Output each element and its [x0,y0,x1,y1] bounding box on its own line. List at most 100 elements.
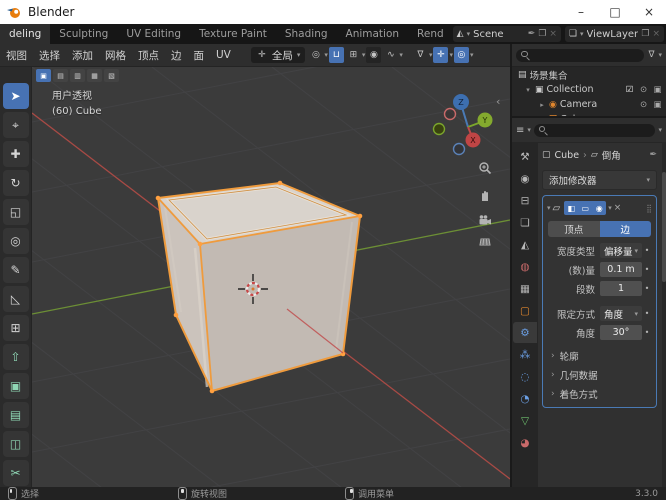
editor-type-icon[interactable]: ≡ [516,125,524,136]
toggle-projection-button[interactable] [474,231,496,253]
realtime-toggle-icon[interactable]: ▭ [578,201,593,215]
tool-move[interactable]: ✚ [2,141,29,167]
tab-output[interactable]: ⊟ [513,190,537,211]
camera-toggle-icon[interactable]: ▣ [652,85,663,95]
scrollbar-thumb[interactable] [662,172,666,282]
select-mode-button-2[interactable]: ▤ [53,69,68,82]
tab-constraints[interactable]: ◔ [513,388,537,409]
workspace-tab-rendering[interactable]: Rend [408,24,453,44]
show-overlays-toggle[interactable]: ◎ [453,47,469,63]
viewport-3d[interactable]: ▣ ▤ ▥ ▦ ▧ 用户透视 (60) Cube Z Y X ‹ [32,67,510,487]
close-icon[interactable]: × [652,29,660,39]
axis-minus-y-ball[interactable] [432,122,446,136]
tool-cursor[interactable]: ⌖ [2,112,29,138]
select-mode-button-5[interactable]: ▧ [104,69,119,82]
tool-add-cube[interactable]: ⊞ [2,315,29,341]
tab-object[interactable]: ▢ [513,300,537,321]
tool-inset-faces[interactable]: ▣ [2,373,29,399]
tool-loop-cut[interactable]: ◫ [2,431,29,457]
section-profile[interactable]: › 轮廓 [547,346,652,365]
angle-field[interactable]: 30° [600,325,642,340]
chevron-down-icon[interactable]: ▾ [399,51,403,59]
chevron-down-icon[interactable]: ▾ [467,30,471,38]
amount-field[interactable]: 0.1 m [600,262,642,277]
eye-icon[interactable]: ⊙ [638,85,649,95]
scene-selector[interactable]: ◭ ▾ Scene ✒ ❐ × [452,26,561,42]
tab-view-layer[interactable]: ❏ [513,212,537,233]
axis-minus-z-ball[interactable] [452,142,466,156]
zoom-button[interactable] [474,157,496,179]
drag-handle-icon[interactable]: ⣿ [646,204,652,213]
segments-field[interactable]: 1 [600,281,642,296]
outliner-row-collection[interactable]: ▾ ▣ Collection ☑ ⊙ ▣ [512,82,666,97]
tab-modifiers[interactable]: ⚙ [513,322,537,343]
tab-world[interactable]: ◍ [513,256,537,277]
pin-icon[interactable]: ✒ [649,150,657,160]
tab-vertex[interactable]: 顶点 [548,221,600,237]
view-layer-selector[interactable]: ❏ ▾ ViewLayer ❐ × [564,26,664,42]
chevron-down-icon[interactable]: ▾ [362,51,366,59]
tab-physics[interactable]: ◌ [513,366,537,387]
tab-collection[interactable]: ▦ [513,278,537,299]
tool-annotate[interactable]: ✎ [2,257,29,283]
menu-face[interactable]: 面 [188,48,211,63]
maximize-button[interactable]: □ [598,0,632,24]
falloff-curve-dropdown[interactable]: ∿ [383,47,398,63]
tool-measure[interactable]: ◺ [2,286,29,312]
tool-knife[interactable]: ✂ [2,460,29,486]
options-chevron-icon[interactable]: ▾ [658,126,662,134]
pin-icon[interactable]: ✒ [528,29,536,39]
proportional-editing-toggle[interactable]: ◉ [366,47,382,63]
outliner-row-scene-collection[interactable]: ▤ 场景集合 [512,67,666,82]
chevron-down-icon[interactable]: ▾ [470,51,474,59]
tool-bevel[interactable]: ▤ [2,402,29,428]
width-type-dropdown[interactable]: 偏移量 ▾ [600,243,642,258]
tab-material[interactable]: ◕ [513,432,537,453]
menu-add[interactable]: 添加 [66,48,99,63]
axis-minus-x-ball[interactable] [443,107,457,121]
workspace-tab-uv-editing[interactable]: UV Editing [117,24,190,44]
chevron-down-icon[interactable]: ▾ [658,51,662,59]
view-layer-name[interactable]: ViewLayer [587,29,639,40]
close-button[interactable]: × [632,0,666,24]
chevron-down-icon[interactable]: ▾ [527,126,531,134]
tab-tool[interactable]: ⚒ [513,146,537,167]
select-mode-button-1[interactable]: ▣ [36,69,51,82]
tab-edge[interactable]: 边 [599,221,651,237]
filter-icon[interactable]: ∇ [648,50,654,60]
workspace-tab-shading[interactable]: Shading [276,24,337,44]
chevron-down-icon[interactable]: ▾ [297,51,301,59]
menu-uv[interactable]: UV [210,49,237,61]
expand-arrow-icon[interactable]: ▸ [538,101,546,109]
add-modifier-button[interactable]: 添加修改器 ▾ [542,170,657,190]
show-gizmo-toggle[interactable]: ✛ [433,47,449,63]
orientation-value[interactable]: 全局 [272,48,293,63]
visibility-filter-dropdown[interactable]: ∇ [413,47,428,63]
workspace-tab-animation[interactable]: Animation [337,24,409,44]
tool-select-box[interactable]: ➤ [2,83,29,109]
checkbox-icon[interactable]: ☑ [624,85,635,95]
menu-mesh[interactable]: 网格 [99,48,132,63]
close-icon[interactable]: × [549,29,557,39]
menu-select[interactable]: 选择 [33,48,66,63]
tab-particles[interactable]: ⁂ [513,344,537,365]
animate-dot-icon[interactable]: • [642,265,652,274]
snap-magnet-toggle[interactable]: ⊔ [328,47,344,63]
outliner-item-label[interactable]: 场景集合 [530,68,663,82]
outliner-row-camera[interactable]: ▸ ◉ Camera ⊙ ▣ [512,97,666,112]
tool-rotate[interactable]: ↻ [2,170,29,196]
select-mode-button-3[interactable]: ▥ [70,69,85,82]
scrollbar[interactable] [662,142,666,487]
outliner-item-label[interactable]: Collection [547,84,621,95]
new-layer-icon[interactable]: ❐ [641,29,649,39]
animate-dot-icon[interactable]: • [642,246,652,255]
camera-view-button[interactable] [474,209,496,231]
edit-mode-toggle-icon[interactable]: ◧ [564,201,579,215]
delete-modifier-icon[interactable]: × [614,203,622,213]
section-geometry[interactable]: › 几何数据 [547,365,652,384]
chevron-down-icon[interactable]: ▾ [449,51,453,59]
select-mode-button-4[interactable]: ▦ [87,69,102,82]
transform-orientation-dropdown[interactable]: ✛ 全局 ▾ [250,47,306,63]
breadcrumb-object[interactable]: Cube [555,150,580,161]
outliner-search-input[interactable] [516,48,645,62]
